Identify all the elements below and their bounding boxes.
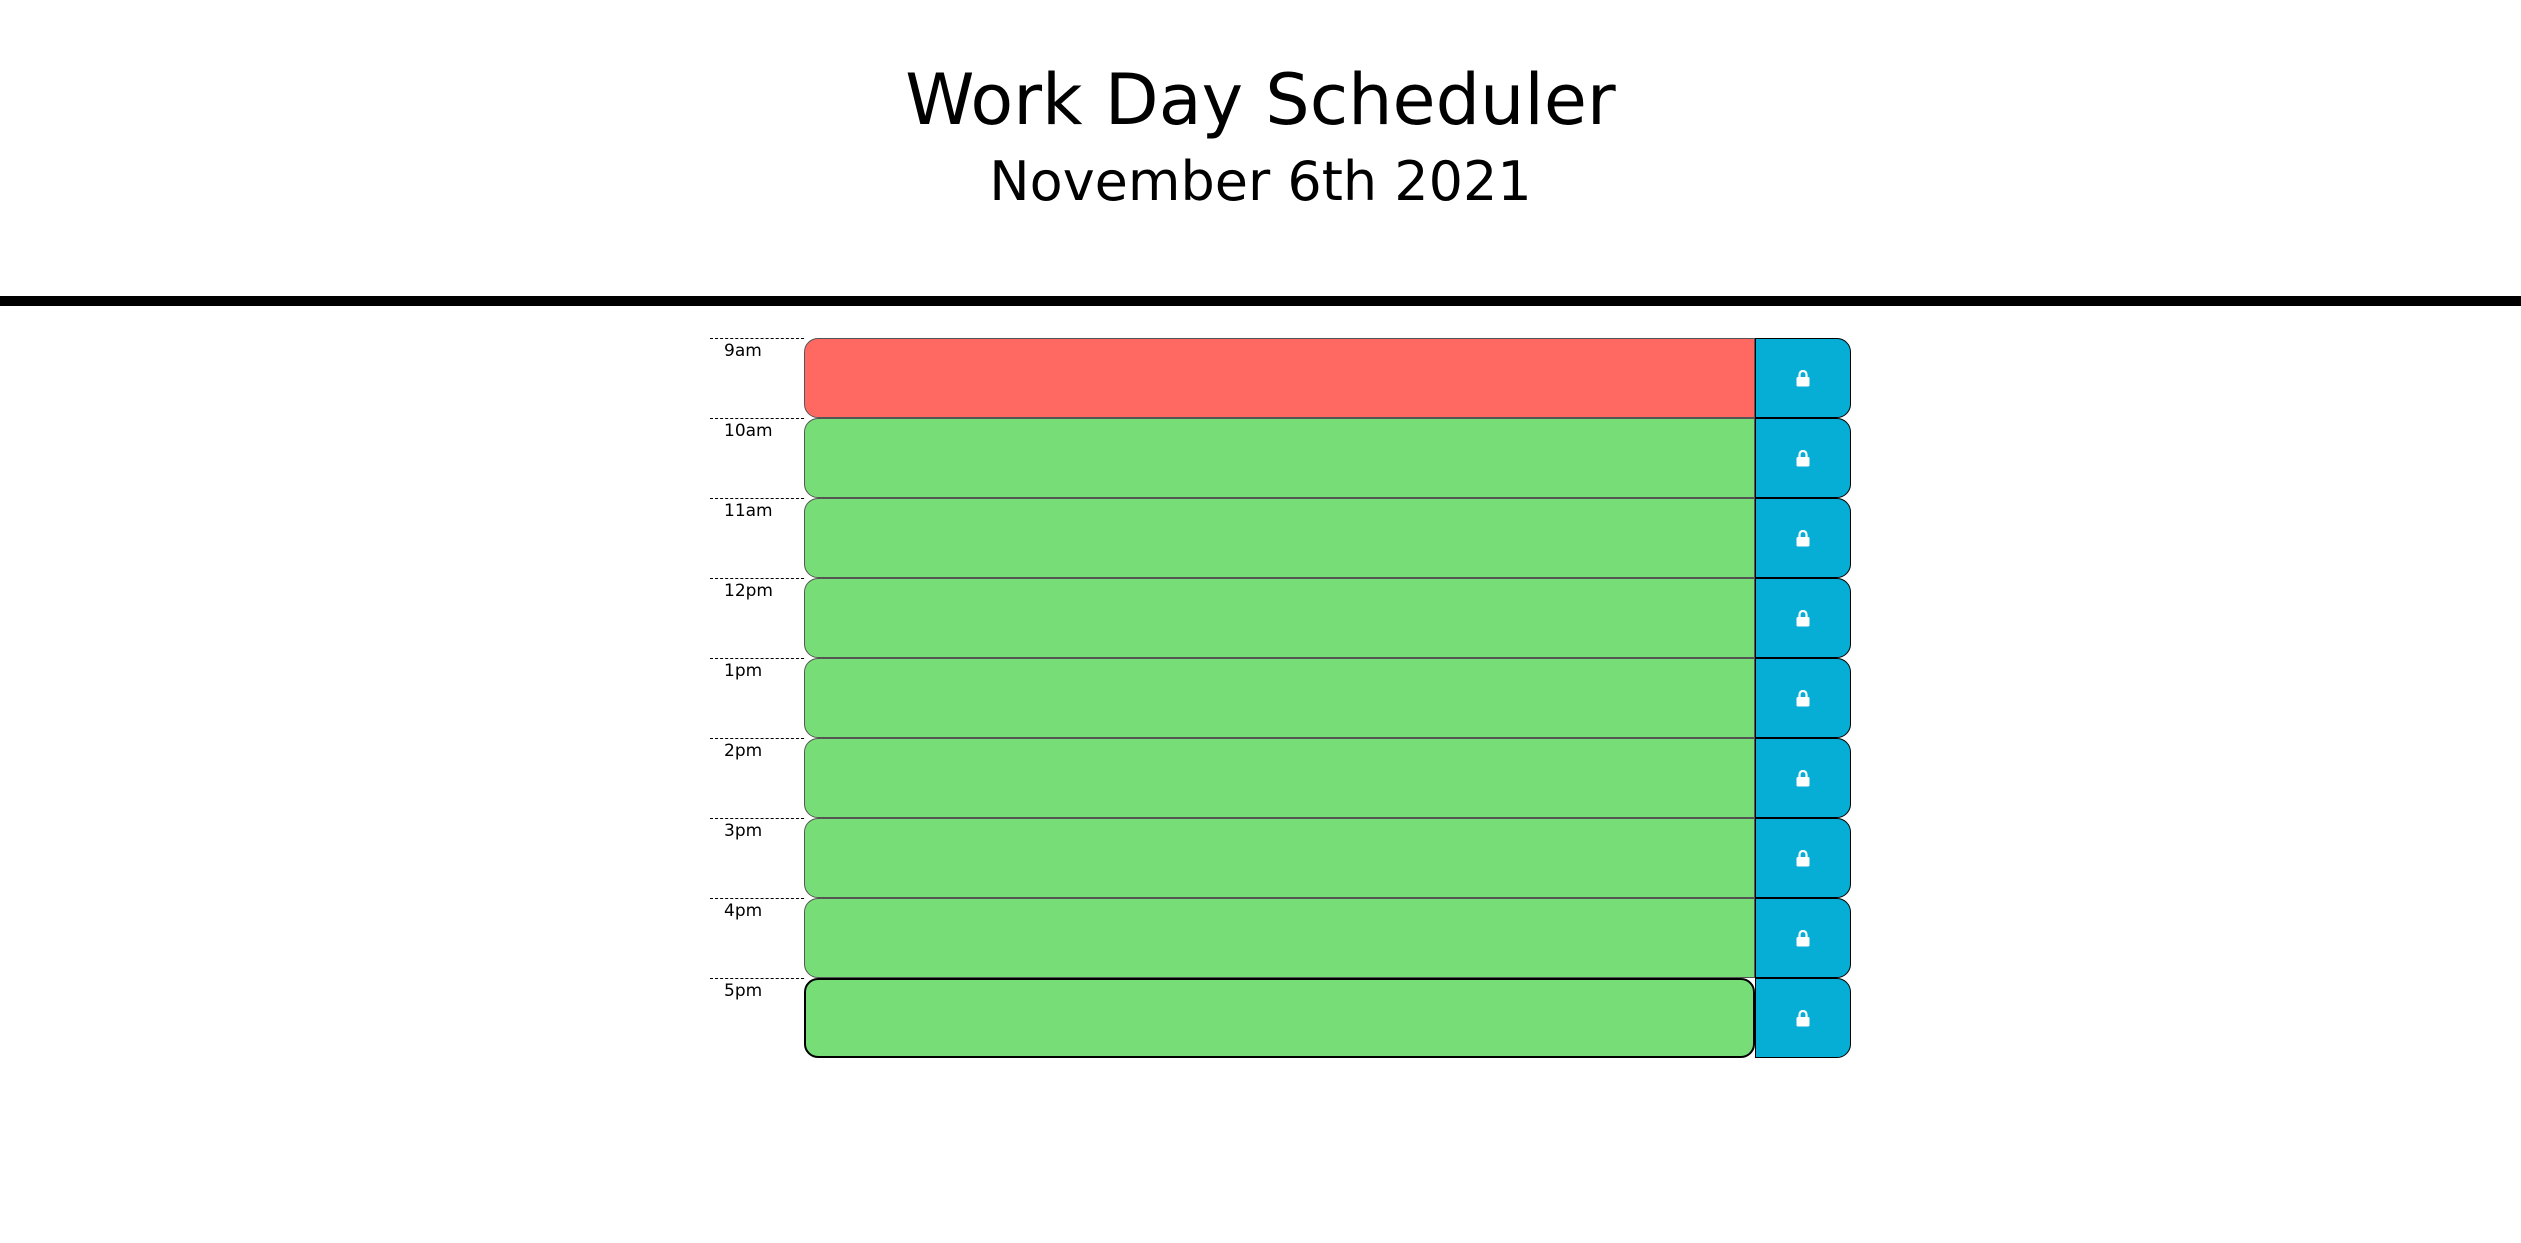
- lock-icon: [1796, 689, 1810, 706]
- lock-icon: [1796, 449, 1810, 466]
- lock-icon: [1796, 529, 1810, 546]
- lock-icon: [1796, 929, 1810, 946]
- save-button[interactable]: [1755, 498, 1851, 578]
- hour-label: 2pm: [710, 738, 804, 818]
- time-block: 9am: [710, 338, 1852, 418]
- time-block: 1pm: [710, 658, 1852, 738]
- hour-label: 5pm: [710, 978, 804, 1058]
- save-button[interactable]: [1755, 818, 1851, 898]
- event-textarea[interactable]: [804, 418, 1755, 498]
- page-header: Work Day Scheduler November 6th 2021: [0, 0, 2521, 306]
- event-textarea[interactable]: [804, 898, 1755, 978]
- hour-label: 12pm: [710, 578, 804, 658]
- save-button[interactable]: [1755, 578, 1851, 658]
- time-block: 11am: [710, 498, 1852, 578]
- time-block: 4pm: [710, 898, 1852, 978]
- current-date: November 6th 2021: [989, 150, 1532, 213]
- event-textarea[interactable]: [804, 578, 1755, 658]
- save-button[interactable]: [1755, 338, 1851, 418]
- time-block: 10am: [710, 418, 1852, 498]
- save-button[interactable]: [1755, 738, 1851, 818]
- lock-icon: [1796, 369, 1810, 386]
- time-block: 3pm: [710, 818, 1852, 898]
- save-button[interactable]: [1755, 418, 1851, 498]
- event-textarea[interactable]: [804, 818, 1755, 898]
- save-button[interactable]: [1755, 898, 1851, 978]
- lock-icon: [1796, 1009, 1810, 1026]
- lock-icon: [1796, 849, 1810, 866]
- hour-label: 11am: [710, 498, 804, 578]
- save-button[interactable]: [1755, 978, 1851, 1058]
- page-title: Work Day Scheduler: [905, 59, 1616, 141]
- schedule-container: 9am 10am 11am 12pm 1pm 2pm 3pm 4pm 5pm: [710, 338, 1852, 1058]
- hour-label: 10am: [710, 418, 804, 498]
- lock-icon: [1796, 609, 1810, 626]
- hour-label: 9am: [710, 338, 804, 418]
- hour-label: 3pm: [710, 818, 804, 898]
- event-textarea[interactable]: [804, 658, 1755, 738]
- hour-label: 4pm: [710, 898, 804, 978]
- save-button[interactable]: [1755, 658, 1851, 738]
- time-block: 12pm: [710, 578, 1852, 658]
- event-textarea[interactable]: [804, 498, 1755, 578]
- time-block: 5pm: [710, 978, 1852, 1058]
- lock-icon: [1796, 769, 1810, 786]
- event-textarea[interactable]: [804, 338, 1755, 418]
- event-textarea[interactable]: [804, 978, 1755, 1058]
- event-textarea[interactable]: [804, 738, 1755, 818]
- hour-label: 1pm: [710, 658, 804, 738]
- time-block: 2pm: [710, 738, 1852, 818]
